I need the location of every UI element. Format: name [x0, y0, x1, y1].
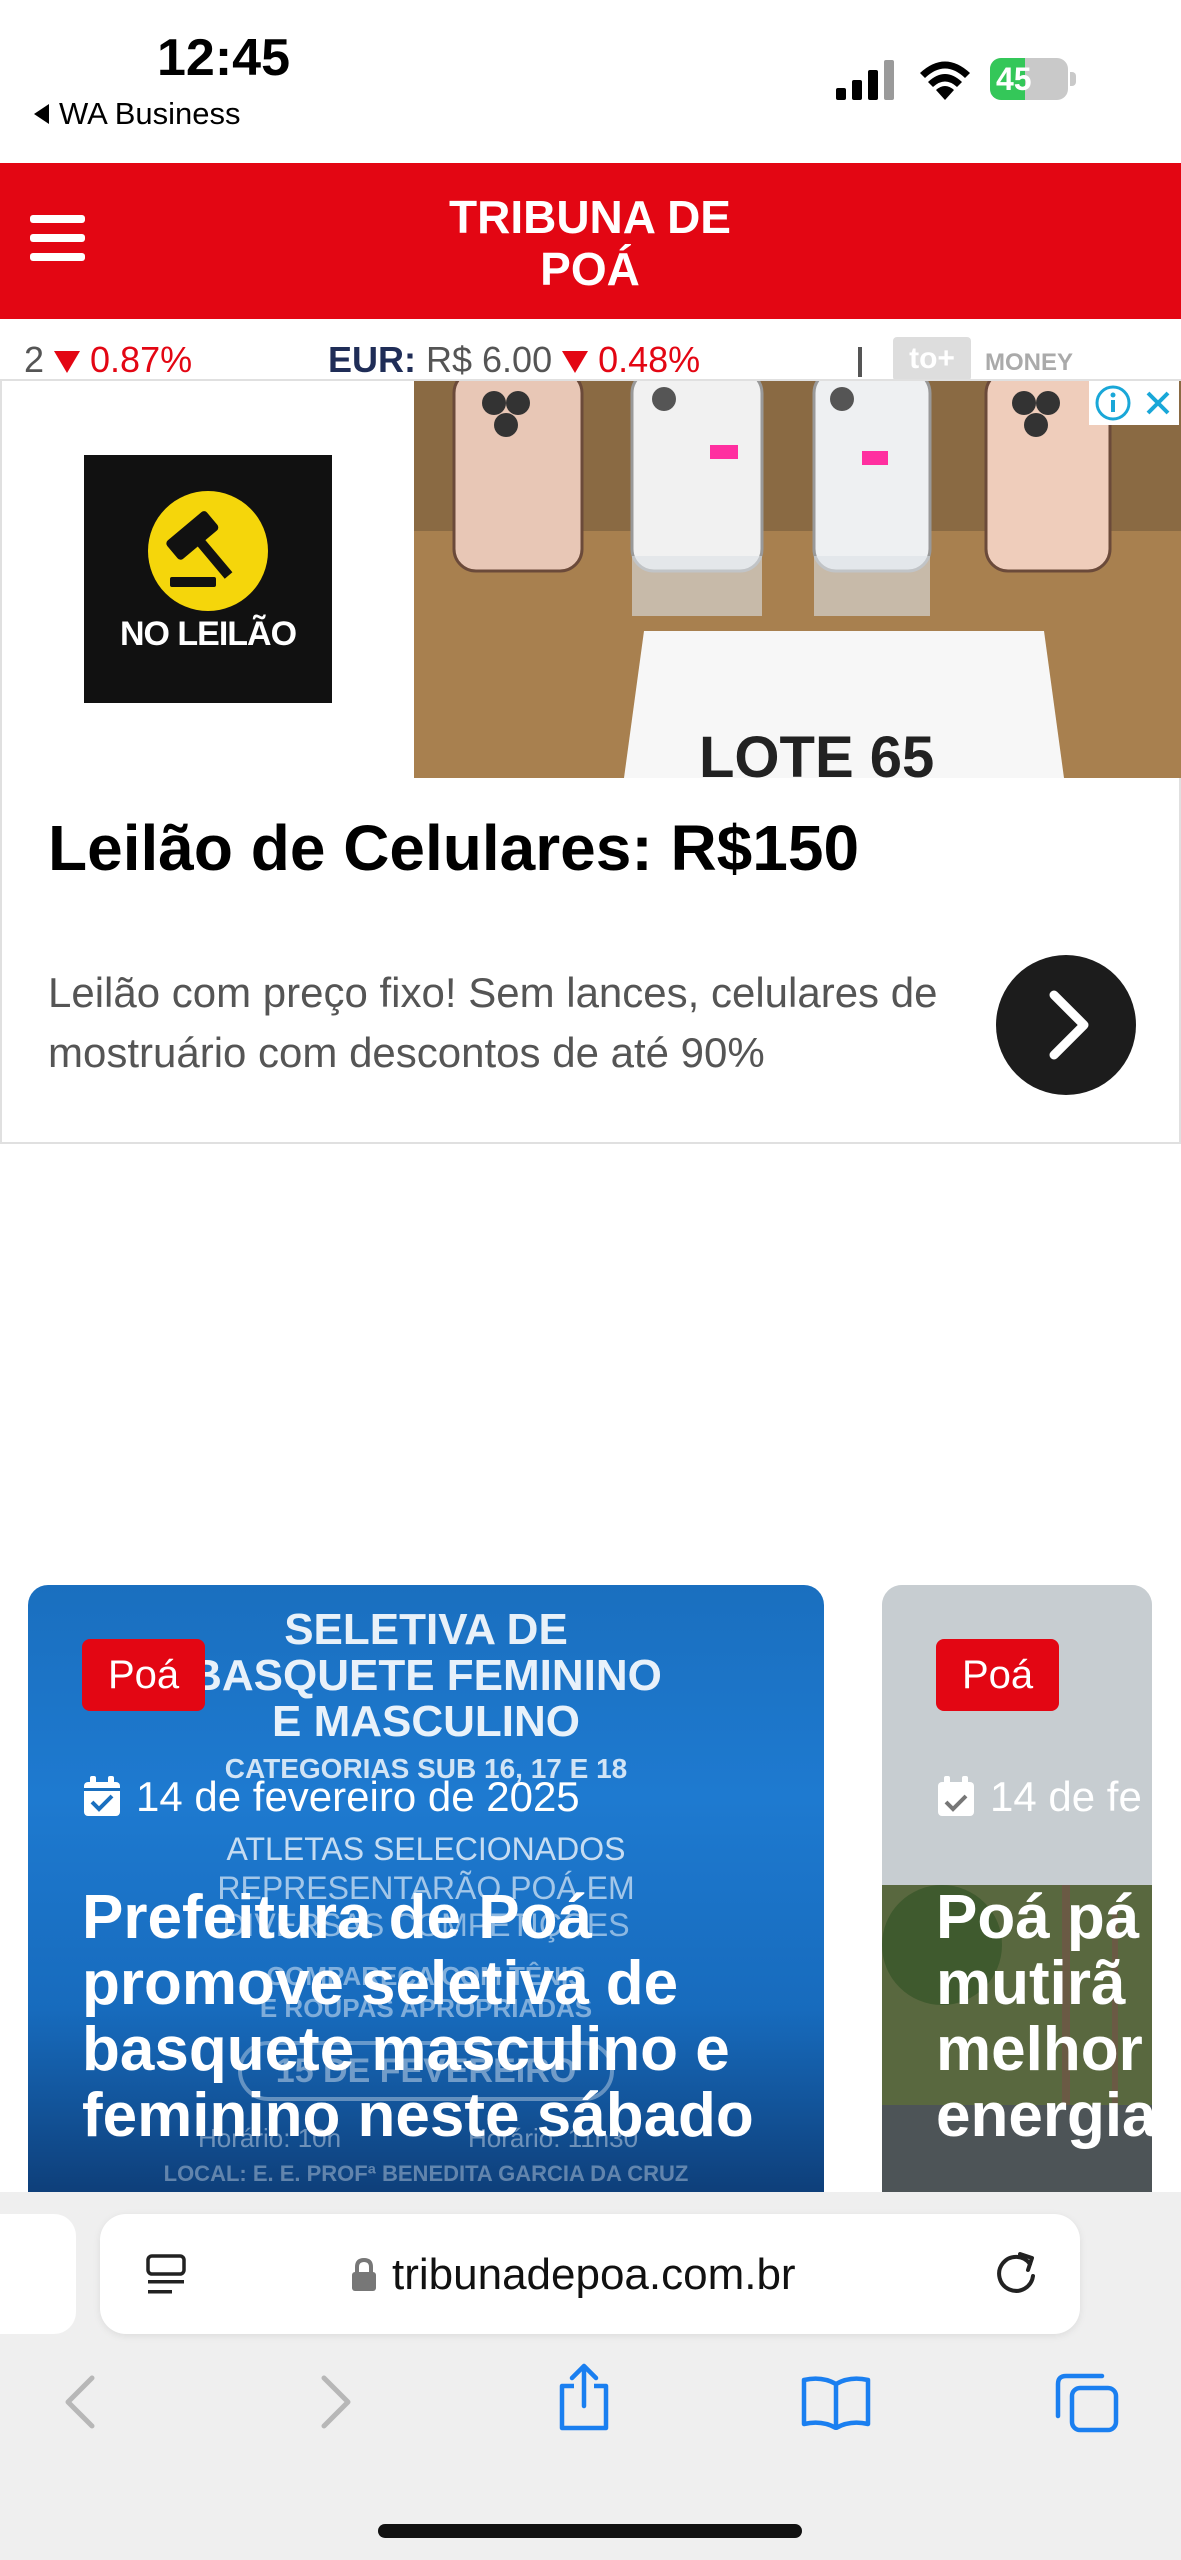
money-label: MONEY: [985, 349, 1074, 376]
site-title-line2: POÁ: [540, 243, 640, 295]
poster-text: ATLETAS SELECIONADOS: [226, 1831, 626, 1867]
poster-text: LOCAL: E. E. PROFª BENEDITA GARCIA DA CR…: [163, 2161, 689, 2186]
article-date-text: 14 de fe: [990, 1773, 1142, 1820]
ad-product-photo: LOTE 65: [414, 381, 1181, 778]
ticker-divider: [858, 347, 862, 377]
menu-icon[interactable]: [30, 215, 85, 261]
advertiser-logo-text: NO LEILÃO: [119, 615, 297, 653]
down-arrow-icon: [54, 351, 81, 374]
site-title-line1: TRIBUNA DE: [449, 191, 731, 243]
home-indicator[interactable]: [378, 2524, 802, 2538]
article-date: 14 de fevereiro de 2025: [82, 1773, 580, 1821]
article-card[interactable]: SELETIVA DE BASQUETE FEMININO E MASCULIN…: [28, 1585, 824, 2192]
currency-ticker: 2 0.87% EUR: R$ 6.00 0.48% to+ MONEY: [0, 319, 1181, 379]
article-date-text: 14 de fevereiro de 2025: [136, 1773, 580, 1820]
ticker-change: 0.87%: [90, 339, 193, 379]
close-icon[interactable]: [1143, 388, 1173, 418]
ad-info-icon[interactable]: [1095, 385, 1131, 421]
advertiser-logo: NO LEILÃO: [84, 455, 332, 703]
article-date: 14 de fe: [936, 1773, 1142, 1821]
ticker-value: 2: [24, 339, 45, 379]
site-header: TRIBUNA DE POÁ: [0, 163, 1181, 319]
ticker-item-eur: EUR: R$ 6.00 0.48%: [328, 339, 700, 379]
article-title[interactable]: Poá pá mutirã melhor energia: [936, 1885, 1152, 2149]
calendar-icon: [938, 1776, 974, 1816]
category-badge[interactable]: Poá: [82, 1639, 206, 1711]
ad-choices-close[interactable]: [1089, 381, 1179, 425]
share-icon[interactable]: [556, 2362, 612, 2432]
back-to-app-button[interactable]: WA Business: [34, 96, 240, 132]
wifi-icon: [920, 61, 970, 100]
down-arrow-icon: [562, 351, 589, 374]
previous-tab-preview[interactable]: [0, 2214, 76, 2334]
money-badge: to+: [893, 337, 971, 379]
category-badge[interactable]: Poá: [936, 1639, 1060, 1711]
ad-headline[interactable]: Leilão de Celulares: R$150: [48, 811, 859, 885]
reload-icon[interactable]: [990, 2246, 1042, 2298]
site-logo[interactable]: TRIBUNA DE POÁ: [390, 191, 790, 295]
ticker-label: EUR:: [328, 339, 416, 379]
cellular-signal-icon: [836, 60, 894, 100]
status-time: 12:45: [157, 29, 290, 87]
status-bar: 12:45 WA Business 45: [0, 0, 1181, 163]
forward-icon[interactable]: [316, 2372, 356, 2432]
back-triangle-icon: [34, 104, 49, 124]
gavel-icon: [148, 491, 268, 611]
ad-cta-button[interactable]: [996, 955, 1136, 1095]
bookmarks-icon[interactable]: [800, 2374, 872, 2430]
article-title[interactable]: Prefeitura de Poá promove seletiva de ba…: [82, 1885, 822, 2149]
page-menu-icon[interactable]: [144, 2252, 188, 2300]
back-icon[interactable]: [60, 2372, 100, 2432]
url-text[interactable]: tribunadepoa.com.br: [392, 2250, 796, 2300]
chevron-right-icon: [1049, 990, 1089, 1060]
ticker-value: R$ 6.00: [426, 339, 553, 379]
lot-label: LOTE 65: [699, 725, 935, 778]
article-card[interactable]: Poá 14 de fe Poá pá mutirã melhor energi…: [882, 1585, 1152, 2192]
ticker-change: 0.48%: [598, 339, 701, 379]
ad-description: Leilão com preço fixo! Sem lances, celul…: [48, 969, 938, 1076]
phones-image: [414, 381, 1181, 778]
address-bar[interactable]: tribunadepoa.com.br: [100, 2214, 1080, 2334]
tabs-icon[interactable]: [1054, 2372, 1120, 2434]
calendar-icon: [84, 1776, 120, 1816]
back-app-label: WA Business: [59, 96, 241, 131]
battery-level-text: 45: [996, 61, 1032, 97]
advertisement[interactable]: NO LEILÃO LOTE 65 Leilão de Celulares: R…: [0, 379, 1181, 1144]
battery-icon: 45: [990, 58, 1076, 100]
ticker-item: 2 0.87%: [24, 339, 192, 379]
lock-icon: [352, 2258, 376, 2291]
